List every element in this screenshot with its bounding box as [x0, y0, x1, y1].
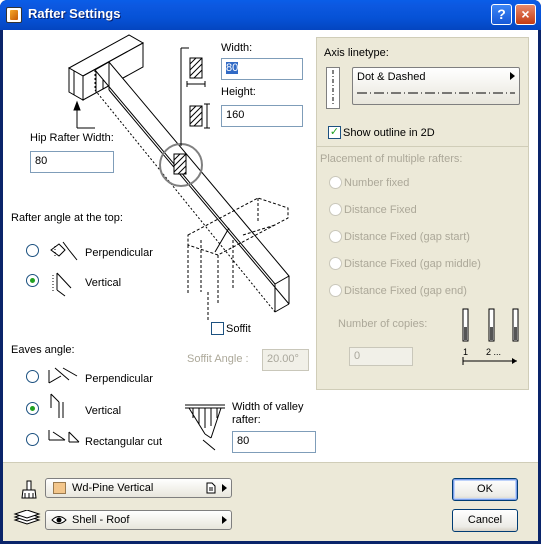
- top-perpendicular-label: Perpendicular: [85, 247, 153, 259]
- placement-radio-distance-fixed[interactable]: [329, 203, 342, 216]
- cancel-button[interactable]: Cancel: [452, 509, 518, 532]
- eaves-vertical-label: Vertical: [85, 405, 122, 417]
- material-value: Wd-Pine Vertical: [72, 482, 154, 494]
- placement-label-gap-middle: Distance Fixed (gap middle): [344, 258, 481, 270]
- app-icon: [6, 7, 22, 23]
- document-icon: [206, 482, 216, 494]
- window-title: Rafter Settings: [28, 6, 121, 21]
- rafter-angle-top-label: Rafter angle at the top:: [11, 212, 123, 224]
- eye-icon: [51, 516, 67, 524]
- axis-linetype-value: Dot & Dashed: [357, 71, 426, 83]
- soffit-checkbox[interactable]: [211, 322, 224, 335]
- show-outline-checkbox[interactable]: ✓: [328, 126, 341, 139]
- axis-linetype-label: Axis linetype:: [324, 47, 389, 59]
- soffit-angle-label: Soffit Angle :: [187, 353, 249, 365]
- copies-diagram-icon: [462, 308, 519, 365]
- soffit-label: Soffit: [226, 323, 251, 335]
- separator: [317, 146, 528, 147]
- axis-line-icon: [326, 67, 340, 109]
- eaves-vertical-radio[interactable]: [26, 402, 39, 415]
- title-bar: Rafter Settings ? ×: [0, 0, 541, 30]
- top-vertical-label: Vertical: [85, 277, 122, 289]
- layer-select[interactable]: Shell - Roof: [45, 510, 232, 530]
- top-vertical-radio[interactable]: [26, 274, 39, 287]
- width-value: 80: [226, 62, 239, 74]
- placement-radio-number-fixed[interactable]: [329, 176, 342, 189]
- eaves-rectangular-radio[interactable]: [26, 433, 39, 446]
- height-label: Height:: [221, 86, 256, 98]
- valley-width-label-2: rafter:: [232, 414, 261, 426]
- dot-dashed-line-icon: [357, 92, 515, 94]
- hip-rafter-width-label: Hip Rafter Width:: [30, 132, 114, 144]
- eaves-rectangular-label: Rectangular cut: [85, 436, 163, 448]
- eaves-angle-label: Eaves angle:: [11, 344, 75, 356]
- show-outline-label: Show outline in 2D: [343, 127, 435, 139]
- material-swatch: [53, 482, 66, 494]
- top-perpendicular-radio[interactable]: [26, 244, 39, 257]
- hip-rafter-width-input[interactable]: 80: [30, 151, 114, 173]
- placement-label-number-fixed: Number fixed: [344, 177, 410, 189]
- copies-marker-1: 1: [463, 347, 469, 357]
- rafter-diagram-icon: [48, 34, 290, 451]
- placement-radio-gap-middle[interactable]: [329, 257, 342, 270]
- material-select[interactable]: Wd-Pine Vertical: [45, 478, 232, 498]
- placement-label-distance-fixed: Distance Fixed: [344, 204, 417, 216]
- close-button[interactable]: ×: [515, 4, 536, 25]
- dialog-client: Width: 80 Height: 160 Hip Rafter Width: …: [3, 30, 538, 541]
- bottom-bar: Wd-Pine Vertical Shell - Roof OK Cancel: [3, 462, 538, 541]
- width-input[interactable]: 80: [221, 58, 303, 80]
- placement-label: Placement of multiple rafters:: [320, 153, 463, 165]
- axis-panel: Axis linetype: Dot & Dashed ✓ Show outli…: [316, 37, 529, 390]
- select-arrow-icon: [222, 484, 227, 492]
- width-label: Width:: [221, 42, 253, 54]
- placement-label-gap-start: Distance Fixed (gap start): [344, 231, 470, 243]
- help-button[interactable]: ?: [491, 4, 512, 25]
- select-arrow-icon: [222, 516, 227, 524]
- valley-width-label-1: Width of valley: [232, 401, 304, 413]
- rafter-settings-dialog: Rafter Settings ? × Width: 80 Height: 16…: [0, 0, 541, 544]
- eaves-perpendicular-radio[interactable]: [26, 370, 39, 383]
- ok-button[interactable]: OK: [452, 478, 518, 501]
- layer-value: Shell - Roof: [72, 514, 130, 526]
- paintbrush-icon: [21, 480, 37, 499]
- select-arrow-icon: [510, 72, 515, 80]
- placement-radio-gap-end[interactable]: [329, 284, 342, 297]
- height-input[interactable]: 160: [221, 105, 303, 127]
- copies-marker-2: 2 ...: [486, 347, 502, 357]
- placement-radio-gap-start[interactable]: [329, 230, 342, 243]
- soffit-angle-input[interactable]: 20.00°: [262, 349, 309, 371]
- eaves-perpendicular-label: Perpendicular: [85, 373, 153, 385]
- axis-linetype-select[interactable]: Dot & Dashed: [352, 67, 520, 105]
- placement-label-gap-end: Distance Fixed (gap end): [344, 285, 467, 297]
- copies-input[interactable]: 0: [349, 347, 413, 366]
- copies-label: Number of copies:: [338, 318, 428, 330]
- layers-icon: [13, 510, 41, 525]
- valley-width-input[interactable]: 80: [232, 431, 316, 453]
